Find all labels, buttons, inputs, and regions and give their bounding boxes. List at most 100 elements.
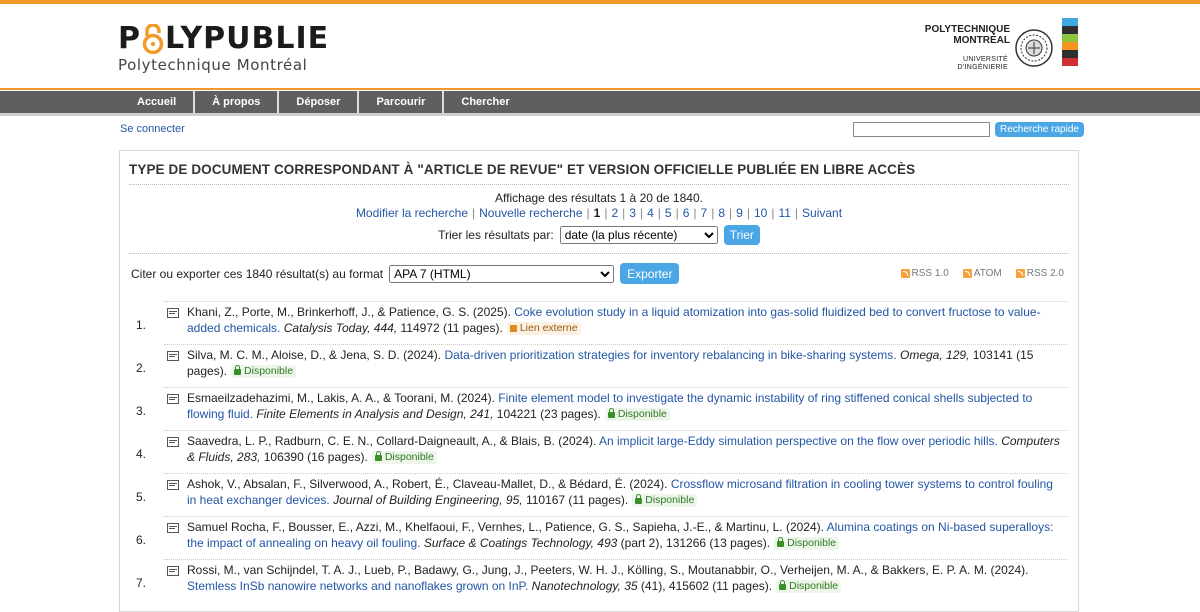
current-page: 1	[593, 206, 601, 220]
color-bar	[1062, 26, 1078, 34]
polypublie-logo[interactable]: P LYPUBLIE Polytechnique Montréal	[118, 21, 330, 74]
export-format-select[interactable]: APA 7 (HTML)	[389, 264, 615, 283]
unlock-icon	[779, 580, 787, 590]
results-list: 1. Khani, Z., Porte, M., Brinkerhoff, J.,…	[120, 301, 1078, 602]
external-link-icon	[509, 325, 517, 332]
page-link[interactable]: 4	[647, 206, 654, 220]
document-icon	[167, 351, 179, 361]
results-panel: TYPE DE DOCUMENT CORRESPONDANT À "ARTICL…	[119, 150, 1079, 612]
result-row: 2. Silva, M. C. M., Aloise, D., & Jena, S…	[120, 344, 1078, 387]
available-badge[interactable]: Disponible	[632, 494, 698, 507]
new-search-link[interactable]: Nouvelle recherche	[479, 206, 582, 220]
citation: Rossi, M., van Schijndel, T. A. J., Lueb…	[187, 562, 1063, 594]
article-title-link[interactable]: An implicit large-Eddy simulation perspe…	[599, 434, 998, 448]
pages-info: 104221 (23 pages).	[496, 407, 601, 421]
logo-wordmark: P LYPUBLIE	[118, 21, 330, 56]
menu-item-4[interactable]: Chercher	[444, 91, 526, 113]
document-icon	[167, 480, 179, 490]
page-link[interactable]: 3	[629, 206, 636, 220]
result-row: 5. Ashok, V., Absalan, F., Silverwood, A.…	[120, 473, 1078, 516]
divider	[164, 473, 1068, 474]
pages-info: 106390 (16 pages).	[263, 450, 368, 464]
authors: Esmaeilzadehazimi, M., Lakis, A. A., & T…	[187, 391, 495, 405]
document-icon	[167, 523, 179, 533]
result-row: 7. Rossi, M., van Schijndel, T. A. J., Lu…	[120, 559, 1078, 602]
available-badge[interactable]: Disponible	[774, 537, 840, 550]
color-bar	[1062, 58, 1078, 66]
citation: Silva, M. C. M., Aloise, D., & Jena, S. …	[187, 347, 1063, 379]
sort-button[interactable]: Trier	[723, 225, 760, 245]
results-summary: Affichage des résultats 1 à 20 de 1840.	[495, 191, 703, 205]
quick-search-button[interactable]: Recherche rapide	[995, 122, 1084, 137]
export-button[interactable]: Exporter	[620, 263, 680, 284]
pagination: Modifier la recherche | Nouvelle recherche…	[355, 206, 843, 220]
page-link[interactable]: 10	[754, 206, 767, 220]
divider	[164, 387, 1068, 388]
color-bar	[1062, 50, 1078, 58]
page-link[interactable]: 9	[736, 206, 743, 220]
citation: Khani, Z., Porte, M., Brinkerhoff, J., &…	[187, 304, 1063, 336]
menu-item-3[interactable]: Parcourir	[359, 91, 445, 113]
external-link-badge[interactable]: Lien externe	[506, 322, 581, 335]
citation: Ashok, V., Absalan, F., Silverwood, A., …	[187, 476, 1063, 508]
authors: Saavedra, L. P., Radburn, C. E. N., Coll…	[187, 434, 597, 448]
page-link[interactable]: 5	[665, 206, 672, 220]
export-label: Citer ou exporter ces 1840 résultat(s) a…	[131, 266, 384, 281]
site-header: P LYPUBLIE Polytechnique Montréal POLYTE…	[0, 4, 1200, 90]
unlock-icon	[607, 408, 615, 418]
divider	[164, 430, 1068, 431]
seal-icon	[1014, 28, 1054, 68]
divider	[164, 301, 1068, 302]
volume: 95,	[505, 493, 523, 507]
feed-link[interactable]: RSS 2.0	[1015, 268, 1064, 279]
login-link[interactable]: Se connecter	[120, 123, 185, 135]
result-number: 4.	[136, 447, 147, 461]
article-title-link[interactable]: Stemless InSb nanowire networks and nano…	[187, 579, 528, 593]
polytechnique-tagline: UNIVERSITÉ D'INGÉNIERIE	[957, 56, 1008, 71]
volume: 241,	[470, 407, 494, 421]
available-badge[interactable]: Disponible	[371, 451, 437, 464]
journal-name: Catalysis Today,	[283, 321, 371, 335]
page-link[interactable]: 8	[718, 206, 725, 220]
result-row: 1. Khani, Z., Porte, M., Brinkerhoff, J.,…	[120, 301, 1078, 344]
logo-subtitle: Polytechnique Montréal	[118, 56, 308, 74]
sort-select[interactable]: date (la plus récente)	[559, 226, 718, 244]
unlock-icon	[374, 451, 382, 461]
available-badge[interactable]: Disponible	[604, 408, 670, 421]
menu-item-1[interactable]: À propos	[195, 91, 280, 113]
result-number: 6.	[136, 533, 147, 547]
authors: Khani, Z., Porte, M., Brinkerhoff, J., &…	[187, 305, 511, 319]
available-badge[interactable]: Disponible	[231, 365, 297, 378]
modify-search-link[interactable]: Modifier la recherche	[356, 206, 468, 220]
divider	[164, 344, 1068, 345]
page-link[interactable]: 2	[611, 206, 618, 220]
page-link[interactable]: 7	[701, 206, 708, 220]
authors: Ashok, V., Absalan, F., Silverwood, A., …	[187, 477, 668, 491]
next-page-link[interactable]: Suivant	[802, 206, 842, 220]
feed-link[interactable]: ATOM	[962, 268, 1002, 279]
journal-name: Surface & Coatings Technology,	[423, 536, 594, 550]
open-lock-icon	[142, 23, 164, 55]
result-number: 1.	[136, 318, 147, 332]
authors: Silva, M. C. M., Aloise, D., & Jena, S. …	[187, 348, 442, 362]
divider	[129, 184, 1069, 185]
page-link[interactable]: 11	[778, 206, 790, 220]
unlock-icon	[234, 365, 242, 375]
feed-links: RSS 1.0 ATOM RSS 2.0	[900, 268, 1064, 279]
feed-link[interactable]: RSS 1.0	[900, 268, 949, 279]
menu-item-2[interactable]: Déposer	[279, 91, 360, 113]
result-number: 3.	[136, 404, 147, 418]
rss-icon	[1015, 269, 1025, 278]
result-number: 5.	[136, 490, 147, 504]
page-link[interactable]: 6	[683, 206, 690, 220]
main-menu: Accueil À propos Déposer Parcourir Chercher	[120, 91, 527, 113]
polytechnique-logo[interactable]: POLYTECHNIQUE MONTRÉAL UNIVERSITÉ D'INGÉ…	[922, 18, 1082, 84]
menu-item-0[interactable]: Accueil	[120, 91, 196, 113]
article-title-link[interactable]: Data-driven prioritization strategies fo…	[444, 348, 896, 362]
quick-search-input[interactable]	[853, 122, 990, 137]
volume: 35	[624, 579, 638, 593]
export-row: Citer ou exporter ces 1840 résultat(s) a…	[131, 263, 680, 284]
available-badge[interactable]: Disponible	[776, 580, 842, 593]
result-row: 3. Esmaeilzadehazimi, M., Lakis, A. A., &…	[120, 387, 1078, 430]
authors: Rossi, M., van Schijndel, T. A. J., Lueb…	[187, 563, 1029, 577]
